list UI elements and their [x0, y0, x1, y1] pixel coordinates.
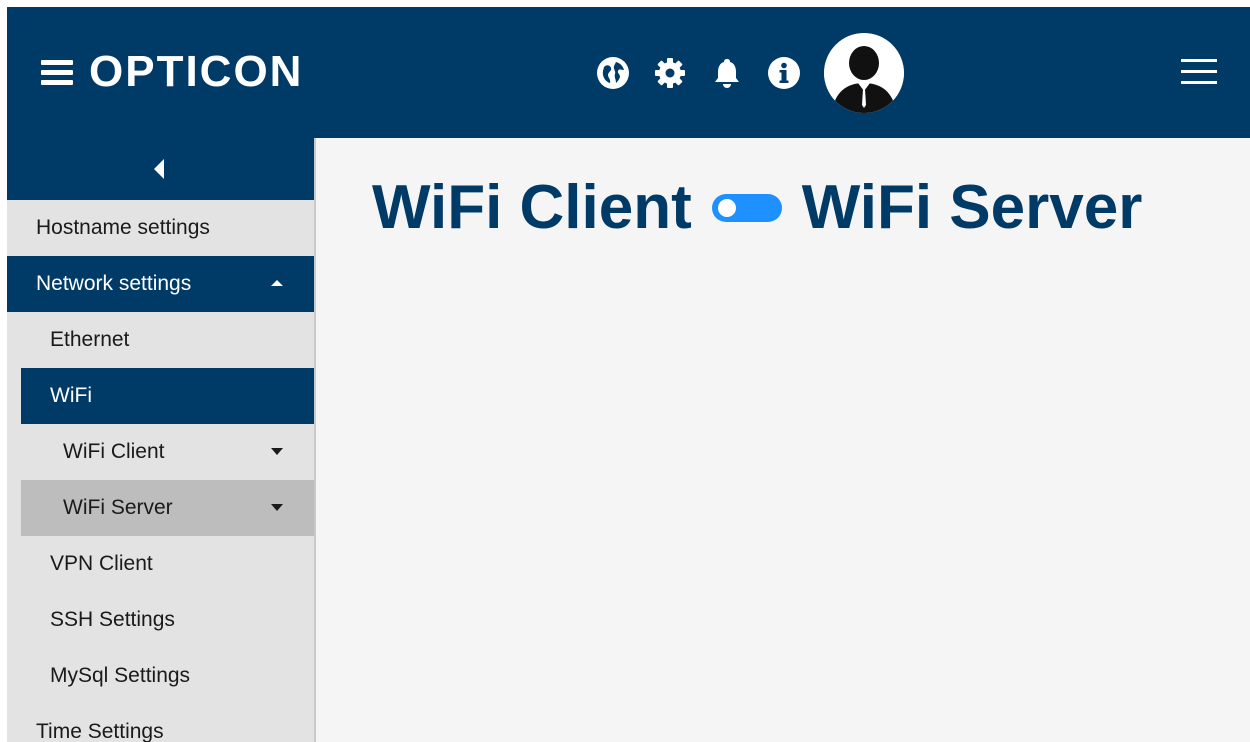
user-avatar[interactable] — [824, 33, 904, 113]
header-icons — [595, 33, 904, 113]
sidebar-item-ssh-settings[interactable]: SSH Settings — [7, 592, 314, 648]
bell-icon[interactable] — [709, 55, 745, 91]
sidebar-item-ethernet[interactable]: Ethernet — [7, 312, 314, 368]
sidebar-item-label: WiFi Server — [63, 496, 173, 519]
brand[interactable]: OPTICON — [41, 49, 303, 95]
sidebar-item-wifi-server[interactable]: WiFi Server — [21, 480, 314, 536]
sidebar-item-wifi-client[interactable]: WiFi Client — [21, 424, 314, 480]
mode-switch-row: WiFi Client WiFi Server — [372, 168, 1142, 248]
sidebar-item-vpn-client[interactable]: VPN Client — [7, 536, 314, 592]
sidebar-item-network-settings[interactable]: Network settings — [7, 256, 314, 312]
wifi-client-label: WiFi Client — [372, 173, 692, 242]
top-bar: OPTICON — [7, 7, 1250, 138]
brand-logo-text: OPTICON — [89, 47, 304, 96]
toggle-knob[interactable] — [717, 199, 736, 217]
sidebar-item-label: SSH Settings — [50, 608, 175, 631]
chevron-left-icon — [153, 159, 164, 179]
sidebar-item-label: Ethernet — [50, 328, 130, 351]
sidebar-item-time-settings[interactable]: Time Settings — [7, 704, 314, 742]
sidebar: Hostname settings Network settings Ether… — [7, 138, 316, 742]
sidebar-item-label: MySql Settings — [50, 664, 191, 687]
sidebar-item-mysql-settings[interactable]: MySql Settings — [7, 648, 314, 704]
sidebar-item-label: WiFi Client — [63, 440, 165, 463]
sidebar-item-label: VPN Client — [50, 552, 153, 575]
sidebar-item-label: Time Settings — [36, 720, 164, 742]
app-window: OPTICON Hostname settings Network settin… — [7, 7, 1250, 742]
sidebar-collapse-button[interactable] — [7, 138, 314, 200]
hamburger-menu-icon[interactable] — [1181, 59, 1217, 87]
caret-up-icon — [271, 280, 283, 286]
sidebar-item-label: Hostname settings — [36, 216, 210, 239]
sidebar-item-label: WiFi — [50, 384, 92, 407]
gear-icon[interactable] — [652, 55, 688, 91]
info-icon[interactable] — [766, 55, 802, 91]
sidebar-item-hostname-settings[interactable]: Hostname settings — [7, 200, 314, 256]
sidebar-item-wifi[interactable]: WiFi — [21, 368, 314, 424]
wifi-server-label: WiFi Server — [801, 173, 1143, 242]
wifi-mode-toggle[interactable] — [711, 194, 782, 222]
brand-menu-icon[interactable] — [41, 58, 73, 86]
sidebar-item-label: Network settings — [36, 272, 192, 295]
caret-down-icon — [271, 504, 283, 511]
globe-icon[interactable] — [595, 55, 631, 91]
main-content: WiFi Client WiFi Server — [316, 138, 1250, 742]
caret-down-icon — [271, 448, 283, 455]
